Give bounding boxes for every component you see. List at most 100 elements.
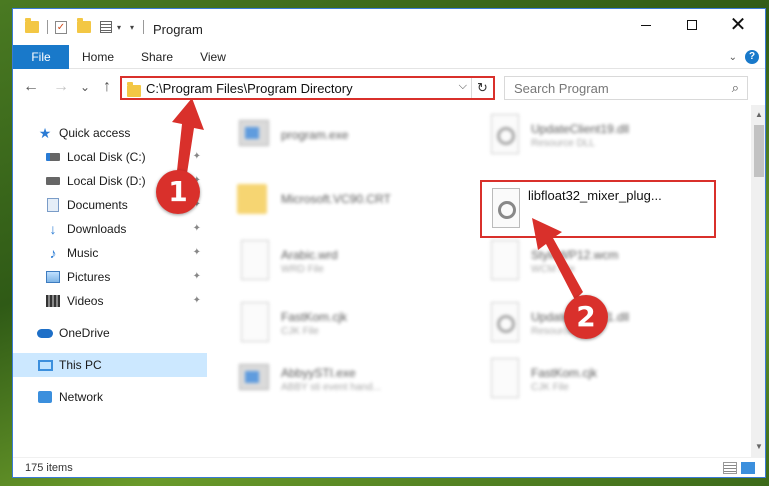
file-tile[interactable]: FastKom.cjk CJK File — [237, 295, 347, 351]
forward-button[interactable]: → — [51, 77, 71, 97]
properties-dropdown-icon[interactable]: ▾ — [115, 19, 123, 35]
details-view-icon[interactable] — [723, 462, 737, 474]
file-icon — [487, 240, 521, 282]
pin-icon[interactable]: ✦ — [193, 223, 201, 234]
address-path[interactable]: C:\Program Files\Program Directory — [146, 81, 353, 96]
pin-icon[interactable]: ✦ — [193, 271, 201, 282]
file-icon — [487, 358, 521, 400]
sidebar-item-downloads[interactable]: ↓ Downloads ✦ — [13, 217, 207, 241]
up-button[interactable]: ↑ — [97, 77, 117, 97]
status-bar: 175 items — [13, 457, 765, 477]
tab-file[interactable]: File — [13, 45, 69, 69]
file-type: WRD File — [281, 263, 324, 275]
file-name: Microsoft.VC90.CRT — [281, 192, 391, 206]
toolbar-separator — [141, 19, 145, 35]
pin-icon[interactable]: ✦ — [193, 247, 201, 258]
file-type: WCM File — [531, 263, 575, 275]
exe-icon — [237, 114, 271, 156]
properties-check-icon[interactable]: ✓ — [53, 19, 69, 35]
file-tile[interactable]: AbbyySTI.exe ABBY sti event hand... — [237, 351, 381, 407]
sidebar-item-local-disk-c[interactable]: Local Disk (C:) ✦ — [13, 145, 207, 169]
documents-icon — [45, 197, 61, 213]
vertical-scrollbar[interactable]: ▲ ▼ — [751, 105, 765, 457]
file-name: UpdateClient19.dll — [531, 121, 630, 136]
tab-home[interactable]: Home — [77, 45, 119, 69]
ribbon: File Home Share View ⌄ ? — [13, 45, 765, 69]
highlighted-file-tile[interactable]: libfloat32_mixer_plug... — [480, 180, 716, 238]
address-bar[interactable]: C:\Program Files\Program Directory ⌵ ↻ — [120, 76, 495, 100]
file-name: program.exe — [281, 128, 349, 142]
recent-locations-button[interactable]: ⌄ — [75, 77, 95, 97]
sidebar-item-label: Documents — [67, 198, 128, 212]
folder-icon[interactable] — [23, 18, 41, 35]
sidebar-item-music[interactable]: ♪ Music ✦ — [13, 241, 207, 265]
customize-toolbar-icon[interactable]: ▾ — [127, 19, 137, 35]
sidebar-item-label: Local Disk (C:) — [67, 150, 146, 164]
downloads-icon: ↓ — [49, 221, 57, 237]
help-icon[interactable]: ? — [745, 50, 759, 64]
file-icon — [237, 302, 271, 344]
sidebar-item-videos[interactable]: Videos ✦ — [13, 289, 207, 313]
sidebar-item-label: Local Disk (D:) — [67, 174, 146, 188]
tab-view[interactable]: View — [195, 45, 231, 69]
pin-icon[interactable]: ✦ — [193, 295, 201, 306]
scroll-thumb[interactable] — [754, 125, 764, 177]
folder-icon — [127, 82, 141, 97]
file-name: FastKom.cjk — [281, 309, 348, 324]
file-tile[interactable]: FastKom.cjk CJK File — [487, 351, 597, 407]
back-button[interactable]: ← — [21, 77, 41, 97]
sidebar-item-label: This PC — [59, 358, 102, 372]
file-tile[interactable]: program.exe — [237, 107, 348, 163]
close-button[interactable]: ✕ — [715, 9, 761, 41]
minimize-icon — [641, 24, 651, 26]
new-folder-icon[interactable] — [75, 18, 93, 35]
sidebar-item-label: Pictures — [67, 270, 111, 284]
refresh-button[interactable]: ↻ — [471, 78, 493, 98]
file-list: program.exe UpdateClient19.dll Resource D… — [207, 105, 751, 457]
file-tile[interactable]: StyleWP12.wcm WCM File — [487, 233, 618, 289]
dll-icon — [487, 114, 521, 156]
file-name: FastKom.cjk — [531, 365, 598, 380]
sidebar-item-label: OneDrive — [59, 326, 110, 340]
drive-icon — [45, 173, 61, 189]
properties-icon[interactable] — [98, 19, 114, 35]
file-name: libfloat32_mixer_plug... — [528, 188, 662, 203]
file-name: Arabic.wrd — [281, 247, 338, 262]
sidebar-item-pictures[interactable]: Pictures ✦ — [13, 265, 207, 289]
scroll-up-icon[interactable]: ▲ — [751, 107, 765, 123]
videos-icon — [45, 293, 61, 309]
search-input[interactable]: Search Program ⌕ — [504, 76, 748, 100]
search-icon[interactable]: ⌕ — [732, 80, 739, 96]
sidebar-item-label: Quick access — [59, 126, 131, 140]
dll-icon — [488, 188, 522, 230]
sidebar-item-label: Music — [67, 246, 99, 260]
close-icon: ✕ — [729, 14, 747, 36]
sidebar-item-onedrive[interactable]: OneDrive — [13, 321, 207, 345]
navigation-bar: ← → ⌄ ↑ C:\Program Files\Program Directo… — [13, 69, 765, 105]
onedrive-icon — [37, 325, 53, 341]
sidebar-item-network[interactable]: Network — [13, 385, 207, 409]
minimize-button[interactable] — [623, 9, 669, 41]
file-tile[interactable]: Microsoft.VC90.CRT — [237, 171, 391, 227]
title-bar: ✓ ▾ ▾ Program ✕ — [13, 9, 765, 45]
file-tile[interactable]: Arabic.wrd WRD File — [237, 233, 338, 289]
maximize-icon — [687, 20, 697, 30]
sidebar-item-this-pc[interactable]: This PC — [13, 353, 207, 377]
maximize-button[interactable] — [669, 9, 715, 41]
tab-share[interactable]: Share — [135, 45, 179, 69]
expand-ribbon-icon[interactable]: ⌄ — [729, 52, 737, 63]
large-icons-view-icon[interactable] — [741, 462, 755, 474]
address-dropdown-icon[interactable]: ⌵ — [459, 80, 467, 93]
annotation-marker-2: 2 — [564, 295, 608, 339]
item-count: 175 items — [25, 462, 73, 474]
file-type: CJK File — [531, 381, 569, 393]
file-type: Resource DLL — [531, 137, 595, 149]
toolbar-separator — [45, 19, 49, 35]
explorer-window: ✓ ▾ ▾ Program ✕ File Home Share View ⌄ ?… — [12, 8, 766, 478]
file-tile[interactable]: UpdateClient19.dll Resource DLL — [487, 107, 629, 163]
file-tile[interactable]: UpdateClient21.dllResource DLL — [487, 295, 629, 351]
sidebar-item-label: Downloads — [67, 222, 127, 236]
sidebar-item-quick-access[interactable]: ★ Quick access — [13, 121, 207, 145]
scroll-down-icon[interactable]: ▼ — [751, 439, 765, 455]
pin-icon[interactable]: ✦ — [193, 151, 201, 162]
